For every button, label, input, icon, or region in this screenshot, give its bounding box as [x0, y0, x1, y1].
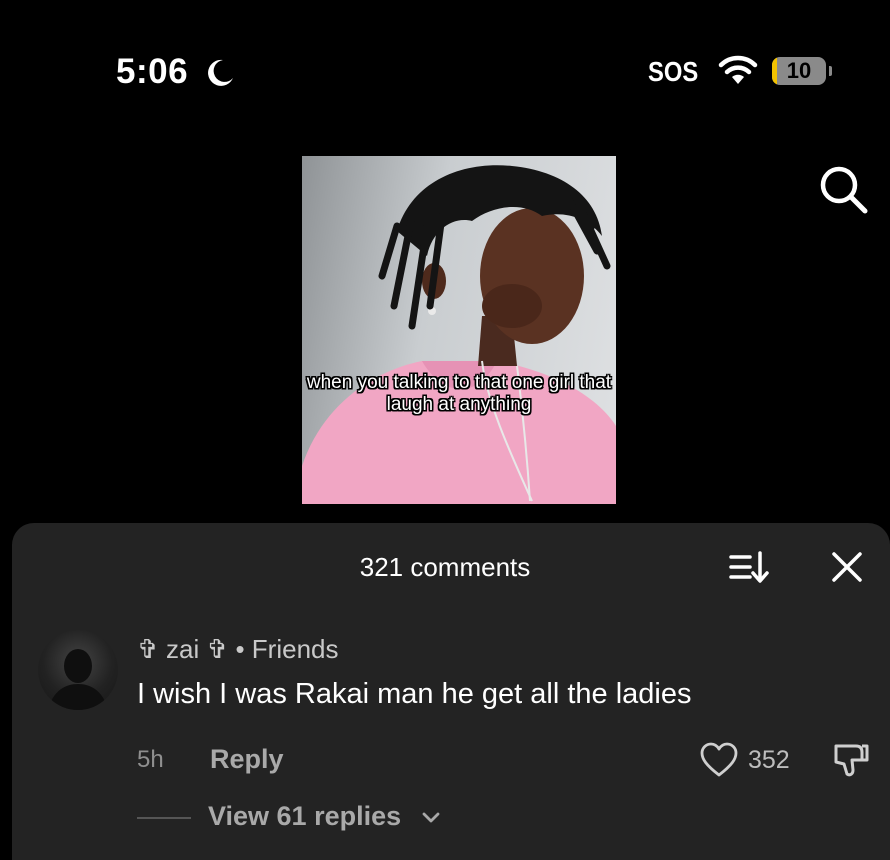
video-caption: when you talking to that one girl that l… — [306, 372, 612, 415]
chevron-down-icon[interactable] — [420, 806, 442, 828]
status-bar: 5:06 SOS 10 — [0, 0, 890, 130]
view-replies-button[interactable]: View 61 replies — [208, 801, 401, 832]
close-icon[interactable] — [830, 550, 864, 584]
video-thumbnail[interactable]: when you talking to that one girl that l… — [302, 156, 616, 504]
dislike-icon[interactable] — [830, 740, 870, 780]
replies-divider — [137, 817, 191, 819]
comment-text: I wish I was Rakai man he get all the la… — [137, 678, 692, 710]
battery-percent: 10 — [786, 58, 812, 83]
status-carrier: SOS — [648, 56, 699, 87]
moon-icon — [208, 59, 233, 86]
sort-icon[interactable] — [728, 549, 770, 585]
video-person-image — [302, 165, 616, 504]
like-count: 352 — [748, 746, 790, 774]
reply-button[interactable]: Reply — [210, 744, 284, 775]
avatar-image — [48, 649, 108, 710]
comment-username[interactable]: ✞ zai ✞ • Friends — [137, 634, 339, 665]
heart-icon[interactable] — [700, 742, 738, 778]
wifi-icon — [718, 55, 758, 84]
battery-nub — [829, 66, 832, 76]
comment-age: 5h — [137, 746, 164, 773]
search-icon[interactable] — [816, 162, 870, 216]
status-time: 5:06 — [116, 52, 189, 91]
avatar[interactable] — [38, 630, 118, 710]
battery-icon: 10 — [772, 57, 826, 85]
